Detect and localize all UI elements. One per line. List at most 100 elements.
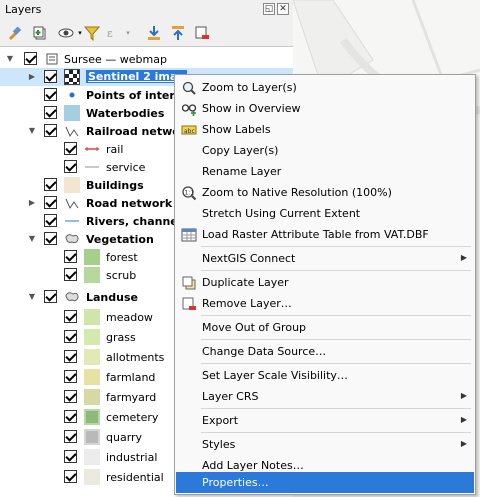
class-label: rail [106,143,124,156]
class-checkbox[interactable] [64,250,77,263]
menu-separator [201,432,471,433]
class-checkbox[interactable] [64,450,77,463]
add-group-icon[interactable] [32,25,48,41]
menu-separator [201,315,471,316]
tree-root-label: Sursee — webmap [64,53,167,66]
raster-table-icon [181,227,197,243]
expand-arrow-icon[interactable]: ▶ [28,72,36,82]
tree-row-root[interactable]: ▼ Sursee — webmap [0,50,293,68]
panel-titlebar: Layers ◱ ✕ [0,0,293,20]
class-label: cemetery [106,411,159,424]
menu-item-rename-layer[interactable]: Rename Layer [176,161,474,182]
submenu-arrow-icon: ▶ [460,439,467,448]
expand-arrow-icon[interactable]: ▶ [28,198,36,208]
class-checkbox[interactable] [64,142,77,155]
class-checkbox[interactable] [64,430,77,443]
class-checkbox[interactable] [64,268,77,281]
class-checkbox[interactable] [64,310,77,323]
layer-checkbox[interactable] [44,232,57,245]
class-checkbox[interactable] [64,160,77,173]
expand-all-icon[interactable] [146,25,162,41]
class-checkbox[interactable] [64,410,77,423]
menu-item-properties[interactable]: Properties… [176,472,474,493]
panel-title: Layers [5,3,42,16]
menu-item-layer-crs[interactable]: Layer CRS ▶ [176,386,474,407]
layer-checkbox[interactable] [24,52,37,65]
class-label: allotments [106,351,165,364]
menu-separator [201,408,471,409]
submenu-arrow-icon: ▶ [460,391,467,400]
menu-item-duplicate-layer[interactable]: Duplicate Layer [176,272,474,293]
layers-toolbar: ▾ ε ▾ [0,20,293,46]
filter-icon[interactable] [84,25,100,41]
class-checkbox[interactable] [64,330,77,343]
polygon-layer-icon [64,231,80,247]
menu-item-show-labels[interactable]: abc Show Labels [176,119,474,140]
class-checkbox[interactable] [64,390,77,403]
industrial-fill-symbol-icon [84,449,100,465]
layer-checkbox[interactable] [44,214,57,227]
layer-checkbox[interactable] [44,106,57,119]
expand-arrow-icon[interactable]: ▼ [6,54,14,64]
menu-item-copy-layers[interactable]: Copy Layer(s) [176,140,474,161]
layer-checkbox[interactable] [44,178,57,191]
meadow-fill-symbol-icon [84,309,100,325]
grass-fill-symbol-icon [84,329,100,345]
zoom-icon [181,80,197,96]
polygon-layer-icon [64,289,80,305]
class-checkbox[interactable] [64,470,77,483]
layer-checkbox[interactable] [44,124,57,137]
project-icon [44,51,60,67]
layer-label: Rivers, channels [86,215,189,228]
class-checkbox[interactable] [64,370,77,383]
class-label: meadow [106,311,153,324]
layer-label: Landuse [86,291,138,304]
layer-label: Railroad networ [86,125,186,138]
menu-item-move-out-of-group[interactable]: Move Out of Group [176,317,474,338]
layer-checkbox[interactable] [44,88,57,101]
menu-item-export[interactable]: Export ▶ [176,410,474,431]
collapse-all-icon[interactable] [170,25,186,41]
line-layer-icon [64,195,80,211]
menu-item-scale-visibility[interactable]: Set Layer Scale Visibility… [176,365,474,386]
layer-label: Sentinel 2 imag [86,70,188,83]
close-panel-button[interactable]: ✕ [277,3,289,15]
river-line-symbol-icon [64,213,80,229]
layer-label: Waterbodies [86,107,165,120]
expression-dropdown-icon[interactable]: ▾ [120,25,136,41]
polygon-symbol-icon [64,177,80,193]
submenu-arrow-icon: ▶ [460,253,467,262]
menu-item-zoom-to-layers[interactable]: Zoom to Layer(s) [176,77,474,98]
layer-checkbox[interactable] [44,290,57,303]
svg-text:abc: abc [184,128,195,135]
menu-item-stretch-extent[interactable]: Stretch Using Current Extent [176,203,474,224]
overview-icon [181,101,197,117]
layer-checkbox[interactable] [44,70,57,83]
menu-item-show-in-overview[interactable]: Show in Overview [176,98,474,119]
polygon-symbol-icon [64,105,80,121]
remove-layer-icon[interactable] [194,25,210,41]
menu-item-nextgis-connect[interactable]: NextGIS Connect ▶ [176,248,474,269]
duplicate-icon [181,275,197,291]
svg-text:ε: ε [107,27,113,40]
menu-item-remove-layer[interactable]: Remove Layer… [176,293,474,314]
collapse-arrow-icon[interactable]: ▼ [28,292,36,302]
rail-line-symbol-icon [84,141,100,157]
layer-label: Buildings [86,179,144,192]
menu-separator [201,270,471,271]
menu-item-zoom-native-resolution[interactable]: 1:1 Zoom to Native Resolution (100%) [176,182,474,203]
class-checkbox[interactable] [64,350,77,363]
line-layer-icon [64,123,80,139]
collapse-arrow-icon[interactable]: ▼ [28,126,36,136]
class-label: industrial [106,451,158,464]
submenu-arrow-icon: ▶ [460,415,467,424]
float-panel-button[interactable]: ◱ [263,3,275,15]
layer-checkbox[interactable] [44,196,57,209]
menu-item-styles[interactable]: Styles ▶ [176,434,474,455]
collapse-arrow-icon[interactable]: ▼ [28,234,36,244]
menu-item-change-data-source[interactable]: Change Data Source… [176,341,474,362]
menu-item-load-raster-attribute-table[interactable]: Load Raster Attribute Table from VAT.DBF [176,224,474,245]
class-label: residential [106,471,164,484]
style-brush-icon[interactable] [6,25,22,41]
residential-fill-symbol-icon [84,469,100,485]
